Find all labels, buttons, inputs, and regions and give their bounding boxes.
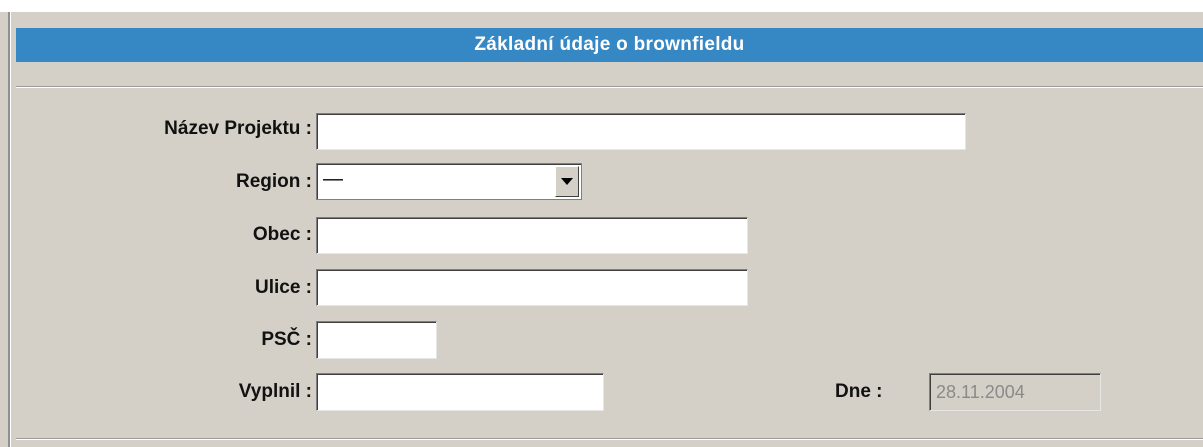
top-divider — [16, 86, 1203, 88]
top-strip — [0, 0, 1203, 12]
bottom-divider — [16, 438, 1203, 440]
psc-input[interactable] — [316, 321, 437, 359]
project-name-label: Název Projektu : — [164, 118, 312, 139]
dne-date-input — [929, 373, 1101, 411]
ulice-input[interactable] — [316, 269, 748, 306]
dne-label: Dne : — [835, 381, 883, 402]
project-name-input[interactable] — [316, 113, 966, 150]
region-selected-value: — — [323, 168, 343, 190]
left-border — [8, 12, 11, 447]
section-title: Základní údaje o brownfieldu — [474, 34, 745, 55]
obec-input[interactable] — [316, 217, 748, 254]
ulice-label: Ulice : — [254, 277, 312, 298]
region-select[interactable]: — — [316, 163, 582, 200]
chevron-down-icon — [561, 178, 573, 185]
region-dropdown-button[interactable] — [555, 166, 579, 197]
obec-label: Obec : — [252, 224, 312, 245]
vyplnil-input[interactable] — [316, 373, 604, 411]
vyplnil-label: Vyplnil : — [238, 381, 312, 402]
section-header: Základní údaje o brownfieldu — [16, 28, 1203, 62]
psc-label: PSČ : — [261, 329, 312, 350]
region-label: Region : — [236, 171, 312, 192]
